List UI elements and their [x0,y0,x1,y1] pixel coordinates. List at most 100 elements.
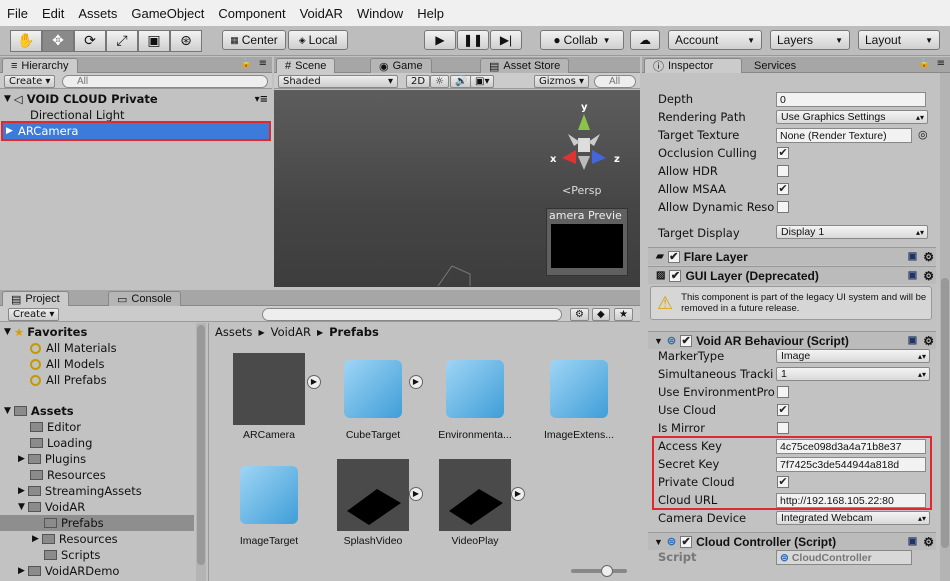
scene-gizmo-icon[interactable]: y x z [542,96,626,192]
asset-environment[interactable]: Environmenta... [427,353,523,441]
hierarchy-search-input[interactable] [62,75,268,88]
fav-all-prefabs[interactable]: All Prefabs [30,372,107,388]
expand-icon[interactable]: ▶ [409,375,423,389]
folder-plugins[interactable]: ▶ Plugins [18,451,86,467]
simultaneous-tracking-dropdown[interactable]: 1 ▴▾ [776,367,930,381]
target-display-dropdown[interactable]: Display 1 ▴▾ [776,225,928,239]
asset-imagetarget[interactable]: ImageTarget [221,459,317,547]
asset-arcamera[interactable]: ARCamera ▶ [221,353,321,441]
depth-field[interactable]: 0 [776,92,926,107]
expand-icon[interactable]: ▶ [511,487,525,501]
allow-dynamic-resolution-checkbox[interactable] [777,201,789,213]
menu-file[interactable]: File [0,6,35,21]
hand-tool-icon[interactable]: ✋ [10,30,42,52]
allow-msaa-checkbox[interactable]: ✔ [777,183,789,195]
menu-icon[interactable]: ≡ [259,58,267,69]
project-create-button[interactable]: Create ▾ [8,308,60,321]
menu-window[interactable]: Window [350,6,410,21]
tab-project[interactable]: ▤ Project [2,291,69,306]
effects-icon[interactable]: ▣▾ [470,75,495,88]
void-ar-enabled-checkbox[interactable]: ✔ [680,334,693,347]
rect-tool-icon[interactable]: ▣ [138,30,170,52]
shading-dropdown[interactable]: Shaded ▾ [278,75,398,88]
persp-label[interactable]: <Persp [562,184,601,197]
move-tool-icon[interactable]: ✥ [42,30,74,52]
menu-gameobject[interactable]: GameObject [124,6,211,21]
assets-root-row[interactable]: ▼ Assets [4,403,74,419]
tab-scene[interactable]: # Scene [276,58,336,73]
fav-all-materials[interactable]: All Materials [30,340,117,356]
folder-voidar-resources[interactable]: ▶ Resources [32,531,118,547]
thumbnail-size-slider[interactable] [571,565,627,577]
settings-gear-icon[interactable]: ⚙ [923,535,934,549]
filter-type-icon[interactable]: ⚙ [570,308,589,321]
folder-streamingassets[interactable]: ▶ StreamingAssets [18,483,142,499]
help-icon[interactable]: ▣ [908,536,917,547]
scene-menu-icon[interactable]: ▾≡ [255,94,268,105]
inspector-scrollbar[interactable] [940,73,950,581]
lock-icon[interactable]: 🔒 [919,59,930,69]
tree-scrollbar[interactable] [196,323,206,581]
transform-tool-icon[interactable]: ⊛ [170,30,202,52]
scene-search-input[interactable] [594,75,636,88]
settings-gear-icon[interactable]: ⚙ [923,250,934,264]
occlusion-culling-checkbox[interactable]: ✔ [777,147,789,159]
asset-splashvideo[interactable]: SplashVideo ▶ [325,459,423,547]
account-dropdown[interactable]: Account ▼ [668,30,762,50]
favorite-star-icon[interactable]: ★ [614,308,633,321]
lighting-icon[interactable]: ☼ [430,75,449,88]
folder-resources[interactable]: Resources [30,467,106,483]
asset-cubetarget[interactable]: CubeTarget ▶ [325,353,423,441]
markertype-dropdown[interactable]: Image ▴▾ [776,349,930,363]
pause-button[interactable]: ❚❚ [457,30,489,50]
tab-inspector[interactable]: ⓘ Inspector [644,58,742,73]
layout-dropdown[interactable]: Layout ▼ [858,30,940,50]
tab-game[interactable]: ◉ Game [370,58,432,73]
asset-imageextens[interactable]: ImageExtens... [531,353,627,441]
collab-button[interactable]: ● Collab ▼ [540,30,624,50]
rotate-tool-icon[interactable]: ⟳ [74,30,106,52]
scene-root-row[interactable]: ▼ ◁ VOID CLOUD Private ▾≡ [4,91,268,107]
use-environment-checkbox[interactable] [777,386,789,398]
step-button[interactable]: ▶| [490,30,522,50]
folder-prefabs[interactable]: Prefabs [0,515,194,531]
scene-viewport[interactable]: y x z <Persp amera Previe [274,90,640,287]
folder-editor[interactable]: Editor [30,419,81,435]
crumb-prefabs[interactable]: Prefabs [329,325,379,339]
tab-hierarchy[interactable]: ≡ Hierarchy [2,58,78,73]
menu-voidar[interactable]: VoidAR [293,6,350,21]
favorites-row[interactable]: ▼ ★ Favorites [4,324,87,340]
gui-enabled-checkbox[interactable]: ✔ [669,269,682,282]
help-icon[interactable]: ▣ [908,335,917,346]
tab-services[interactable]: Services [746,58,804,73]
is-mirror-checkbox[interactable] [777,422,789,434]
scale-tool-icon[interactable]: ⤢ [106,30,138,52]
menu-icon[interactable]: ≡ [937,58,945,69]
fav-all-models[interactable]: All Models [30,356,104,372]
expand-icon[interactable]: ▶ [409,487,423,501]
settings-gear-icon[interactable]: ⚙ [923,269,934,283]
pivot-center-button[interactable]: ▦ Center [222,30,286,50]
folder-loading[interactable]: Loading [30,435,92,451]
mode-2d-button[interactable]: 2D [406,75,431,88]
rendering-path-dropdown[interactable]: Use Graphics Settings ▴▾ [776,110,928,124]
layers-dropdown[interactable]: Layers ▼ [770,30,850,50]
crumb-voidar[interactable]: VoidAR [271,325,311,339]
tab-console[interactable]: ▭ Console [108,291,181,306]
project-search-input[interactable] [262,308,562,321]
asset-videoplay[interactable]: VideoPlay ▶ [427,459,525,547]
menu-edit[interactable]: Edit [35,6,71,21]
allow-hdr-checkbox[interactable] [777,165,789,177]
flare-layer-header[interactable]: ▰ ✔ Flare Layer ▣ ⚙ [648,247,936,265]
script-field[interactable]: ⊜ CloudController [776,550,912,565]
target-texture-field[interactable]: None (Render Texture) [776,128,912,143]
play-button[interactable]: ▶ [424,30,456,50]
hierarchy-create-button[interactable]: Create ▾ [4,75,56,88]
folder-voidar[interactable]: ▼ VoidAR [18,499,85,515]
crumb-assets[interactable]: Assets [215,325,252,339]
help-icon[interactable]: ▣ [908,251,917,262]
menu-help[interactable]: Help [410,6,451,21]
filter-label-icon[interactable]: ◆ [592,308,610,321]
use-cloud-checkbox[interactable]: ✔ [777,404,789,416]
camera-device-dropdown[interactable]: Integrated Webcam ▴▾ [776,511,930,525]
